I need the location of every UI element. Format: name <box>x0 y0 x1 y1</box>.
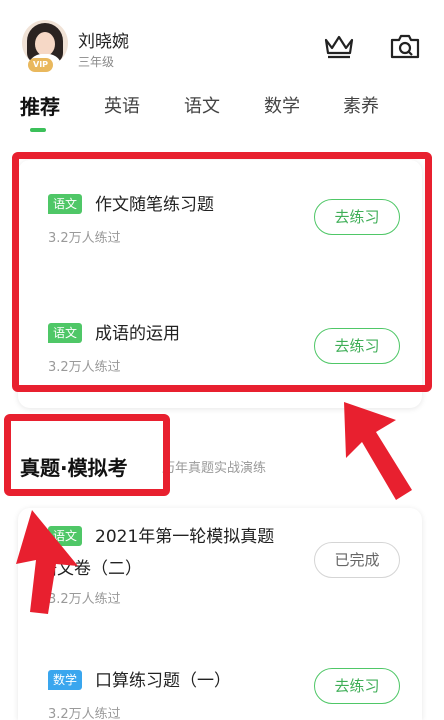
active-tab-indicator <box>30 128 46 132</box>
tab-recommended[interactable]: 推荐 <box>20 91 60 120</box>
tab-chinese[interactable]: 语文 <box>184 92 220 118</box>
camera-icon[interactable] <box>388 32 422 60</box>
highlight-box-recommended <box>12 152 432 392</box>
completed-button[interactable]: 已完成 <box>314 542 400 578</box>
exam-title-line1: 2021年第一轮模拟真题 <box>95 527 275 547</box>
tab-literacy[interactable]: 素养 <box>343 92 379 118</box>
subject-tag: 数学 <box>48 670 83 690</box>
tab-math[interactable]: 数学 <box>264 92 300 118</box>
arrow-up-icon <box>16 510 78 614</box>
profile-header: VIP 刘晓婉 三年级 <box>0 0 444 80</box>
tab-english[interactable]: 英语 <box>104 92 140 118</box>
subject-tabs: 推荐 英语 语文 数学 素养 <box>0 88 444 134</box>
username: 刘晓婉 <box>78 32 129 52</box>
practice-button[interactable]: 去练习 <box>314 668 400 704</box>
exam-title: 口算练习题（一） <box>95 671 231 691</box>
section-subtitle: 历年真题实战演练 <box>162 461 267 476</box>
highlight-box-section <box>4 414 170 496</box>
list-item[interactable]: 数学 口算练习题（一） 3.2万人练过 去练习 <box>18 668 422 720</box>
grade-label: 三年级 <box>78 55 115 69</box>
practice-count: 3.2万人练过 <box>48 707 121 720</box>
crown-icon[interactable] <box>322 32 356 60</box>
vip-badge: VIP <box>28 58 54 72</box>
arrow-up-icon <box>344 402 412 500</box>
avatar-face <box>35 32 55 56</box>
